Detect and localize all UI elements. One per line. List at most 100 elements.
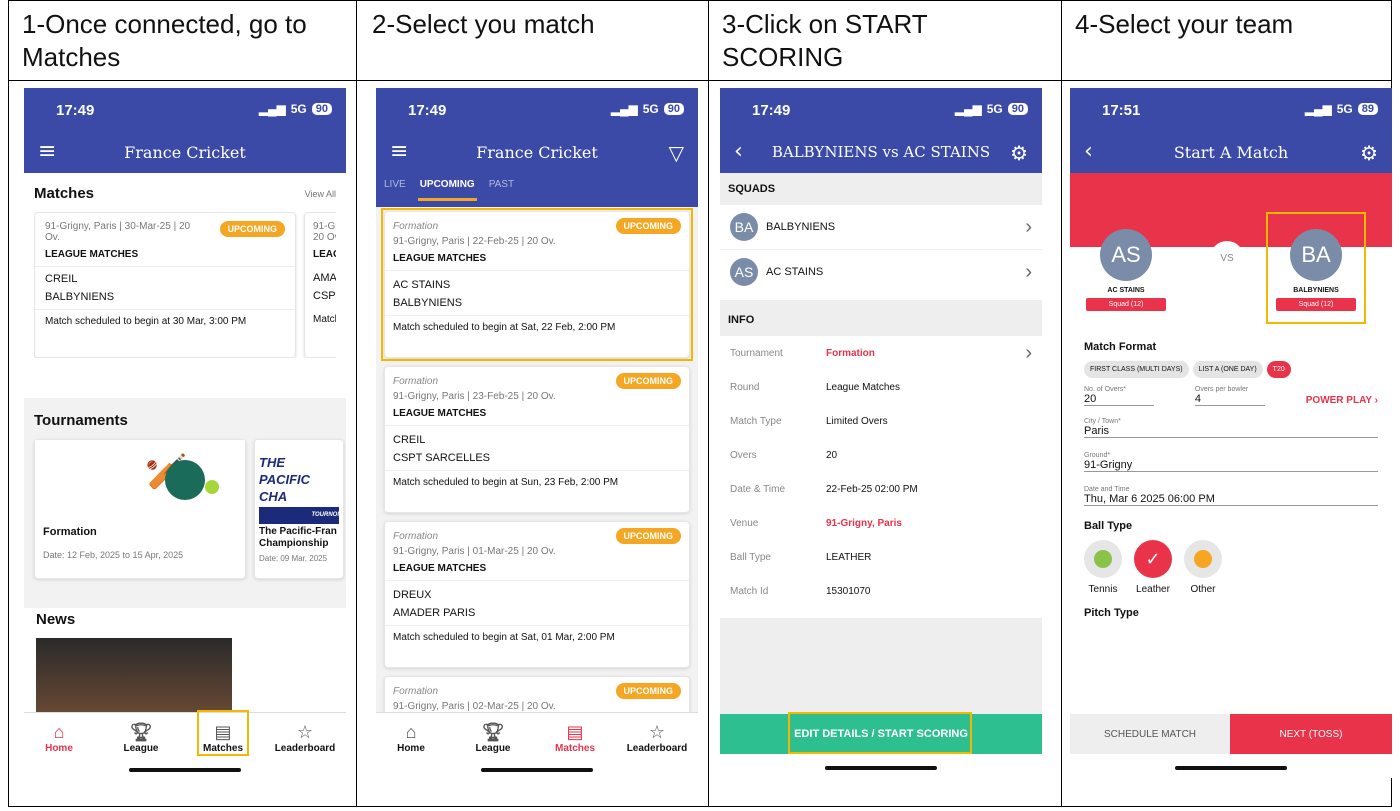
button-label: POWER PLAY [1305, 395, 1372, 406]
squad-row[interactable]: BA BALBYNIENS › [720, 205, 1042, 250]
power-play-button[interactable]: POWER PLAY › [1306, 395, 1378, 406]
info-title: INFO [720, 300, 1042, 336]
info-row[interactable]: Tournament Formation › [730, 336, 1032, 370]
tab-bar: LIVE UPCOMING PAST [384, 175, 514, 201]
nav-leaderboard[interactable]: ☆ Leaderboard [622, 721, 692, 754]
ground-field[interactable]: Ground* 91-Grigny [1084, 452, 1378, 472]
format-chip-selected[interactable]: T20 [1266, 361, 1291, 378]
info-row: Date & Time 22-Feb-25 02:00 PM [730, 472, 1032, 506]
vs-badge: VS [1210, 241, 1244, 275]
signal-icon: ▂▄▆ [1304, 102, 1332, 116]
tournament-name: Formation [393, 530, 439, 542]
tab-upcoming[interactable]: UPCOMING [417, 175, 477, 201]
news-image[interactable] [36, 638, 232, 718]
ball-label: Other [1190, 584, 1216, 595]
team-name: AMAD [313, 272, 336, 284]
nav-home[interactable]: ⌂ Home [376, 721, 446, 754]
field-value: 4 [1194, 393, 1201, 405]
gear-icon[interactable]: ⚙ [1010, 141, 1028, 165]
tournament-date: Date: 12 Feb, 2025 to 15 Apr, 2025 [43, 550, 184, 560]
status-bar: 17:49 ▂▄▆ 5G 90 [24, 88, 346, 133]
highlight-box [788, 712, 972, 754]
info-value: LEATHER [826, 551, 872, 563]
ball-option-other[interactable]: Other [1184, 540, 1222, 595]
team-name: BALBYNIENS [35, 285, 295, 310]
trophy-icon: 🏆︎ [481, 722, 505, 742]
team-avatar: BA [730, 213, 758, 241]
info-row: Ball Type LEATHER [730, 540, 1032, 574]
info-label: Match Id [730, 585, 769, 597]
phone-screen-match-details: 17:49 ▂▄▆ 5G 90 ‹ BALBYNIENS vs AC STAINS … [720, 88, 1042, 778]
city-field[interactable]: City / Town* Paris [1084, 418, 1378, 438]
gear-icon[interactable]: ⚙ [1360, 141, 1378, 165]
player-icon [165, 460, 205, 500]
match-card[interactable]: 91-Grig 20 Ov. LEAGU AMAD CSPT Match [304, 212, 336, 358]
nav-label: Leaderboard [274, 743, 336, 754]
match-card[interactable]: Formation UPCOMING 91-Grigny, Paris | 01-… [384, 521, 690, 668]
info-row: Overs 20 [730, 438, 1032, 472]
info-value: 20 [826, 449, 838, 461]
home-indicator [129, 768, 241, 772]
match-venue: 91-Grigny, Paris | 01-Mar-25 | 20 Ov. [393, 546, 556, 557]
match-card[interactable]: 91-Grigny, Paris | 30-Mar-25 | 20 Ov. UPC… [34, 212, 296, 358]
nav-label: League [123, 743, 159, 754]
info-label: Date & Time [730, 483, 786, 495]
filter-icon[interactable]: ▽ [669, 141, 684, 165]
squad-row[interactable]: AS AC STAINS › [720, 250, 1042, 294]
overs-field[interactable]: No. of Overs* 20 [1084, 386, 1154, 406]
squads-title: SQUADS [720, 173, 1042, 205]
match-card[interactable]: Formation UPCOMING 91-Grigny, Paris | 22-… [381, 208, 693, 361]
spacer [720, 618, 1042, 714]
format-chip[interactable]: FIRST CLASS (MULTI DAYS) [1084, 361, 1189, 378]
match-type: LEAGUE MATCHES [35, 243, 295, 267]
schedule-match-button[interactable]: SCHEDULE MATCH [1070, 714, 1230, 754]
phone-screen-matches-home: 17:49 ▂▄▆ 5G 90 ≡ France Cricket Matches Vi… [24, 88, 346, 778]
step-4-caption: 4-Select your team [1075, 9, 1294, 39]
home-icon: ⌂ [53, 722, 65, 742]
team-name: CREIL [393, 434, 426, 446]
squad-badge[interactable]: Squad (12) [1086, 298, 1166, 311]
button-label: SCHEDULE MATCH [1103, 728, 1197, 740]
nav-league[interactable]: 🏆︎ League [106, 721, 176, 754]
tournament-card[interactable]: 🏏 Formation Date: 12 Feb, 2025 to 15 Apr… [34, 439, 246, 579]
nav-home[interactable]: ⌂ Home [24, 721, 94, 754]
tournaments-title: Tournaments [34, 412, 128, 429]
format-chip[interactable]: LIST A (ONE DAY) [1192, 361, 1263, 378]
ball-option-tennis[interactable]: Tennis [1084, 540, 1122, 595]
nav-label: Matches [554, 743, 595, 754]
ball-icon [205, 480, 219, 494]
team-avatar: AS [730, 258, 758, 286]
app-title: France Cricket [124, 143, 246, 162]
trophy-icon: 🏆︎ [129, 722, 153, 742]
date-time-field[interactable]: Date and Time Thu, Mar 6 2025 06:00 PM [1084, 486, 1378, 506]
field-label: No. of Overs* [1084, 386, 1127, 393]
nav-label: League [475, 743, 511, 754]
pitch-type-title: Pitch Type [1084, 607, 1139, 619]
divider [708, 1, 709, 806]
nav-matches[interactable]: ▤ Matches [540, 721, 610, 754]
next-toss-button[interactable]: NEXT (TOSS) [1230, 714, 1392, 754]
team-selector[interactable]: AS AC STAINS Squad (12) [1086, 229, 1166, 311]
info-label: Match Type [730, 415, 782, 427]
signal-icon: ▂▄▆ [610, 102, 638, 116]
info-value: League Matches [826, 381, 900, 393]
overs-per-bowler-field[interactable]: Overs per bowler 4 [1194, 386, 1265, 406]
clock: 17:49 [56, 102, 95, 119]
app-title: Start A Match [1173, 143, 1289, 162]
view-all-link[interactable]: View All [305, 189, 336, 199]
match-venue: 91-Grigny, Paris | 23-Feb-25 | 20 Ov. [393, 391, 556, 402]
tournament-name: Formation [43, 526, 97, 538]
info-row: Venue 91-Grigny, Paris [730, 506, 1032, 540]
nav-league[interactable]: 🏆︎ League [458, 721, 528, 754]
tournament-banner: THE PACIFIC CHA TOURNOI [255, 440, 343, 524]
tournament-card[interactable]: THE PACIFIC CHA TOURNOI The Pacific-Fran … [254, 439, 344, 579]
tournament-name: The Pacific-Fran Championship [259, 526, 337, 549]
match-card[interactable]: Formation UPCOMING 91-Grigny, Paris | 23-… [384, 366, 690, 513]
nav-leaderboard[interactable]: ☆ Leaderboard [270, 721, 340, 754]
ball-option-leather[interactable]: ✓ Leather [1134, 540, 1172, 595]
tab-live[interactable]: LIVE [384, 175, 406, 201]
app-bar: ‹ Start A Match ⚙ [1070, 133, 1392, 173]
home-indicator [1175, 766, 1287, 770]
tab-past[interactable]: PAST [489, 175, 514, 201]
format-chips: FIRST CLASS (MULTI DAYS) LIST A (ONE DAY… [1084, 361, 1378, 378]
